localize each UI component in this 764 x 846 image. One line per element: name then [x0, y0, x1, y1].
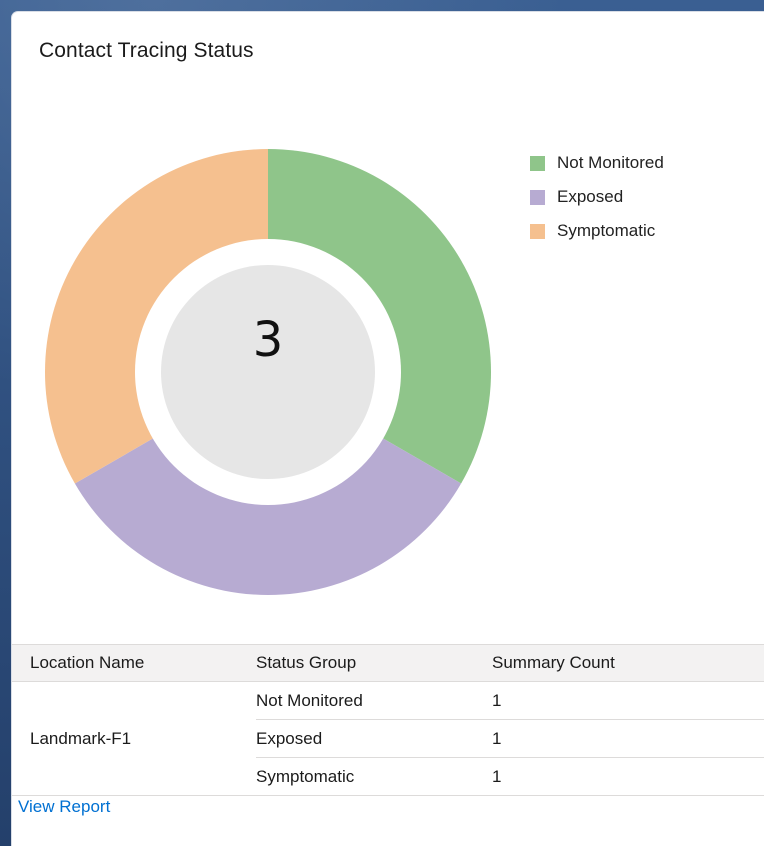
legend-label: Not Monitored — [557, 153, 664, 172]
legend-swatch-icon — [530, 155, 545, 171]
location-cell: Landmark-F1 — [12, 681, 256, 796]
table-row: Landmark-F1 Not Monitored 1 — [12, 681, 764, 796]
legend-item-symptomatic[interactable]: Symptomatic — [530, 214, 664, 248]
chart-legend: Not Monitored Exposed Symptomatic — [530, 146, 664, 248]
count-cell: 1 — [492, 681, 764, 720]
status-cell: Exposed — [256, 719, 492, 758]
summary-table: Location Name Status Group Summary Count… — [12, 644, 764, 796]
view-report-link[interactable]: View Report — [18, 797, 110, 817]
legend-label: Symptomatic — [557, 221, 656, 240]
center-total-label: 3 — [253, 312, 284, 368]
count-cell: 1 — [492, 719, 764, 758]
table-header-row: Location Name Status Group Summary Count — [12, 644, 764, 682]
status-cell: Not Monitored — [256, 681, 492, 720]
donut-chart: 3 — [45, 149, 491, 595]
legend-label: Exposed — [557, 187, 624, 206]
column-header-location[interactable]: Location Name — [12, 644, 256, 682]
legend-swatch-icon — [530, 223, 545, 239]
legend-swatch-icon — [530, 189, 545, 205]
center-disc — [161, 265, 375, 479]
legend-item-not-monitored[interactable]: Not Monitored — [530, 146, 664, 180]
column-header-status-group[interactable]: Status Group — [256, 644, 492, 682]
status-cell: Symptomatic — [256, 757, 492, 796]
dashboard-card: Contact Tracing Status 3 Not Monitored E… — [12, 12, 764, 846]
legend-item-exposed[interactable]: Exposed — [530, 180, 664, 214]
column-header-summary-count[interactable]: Summary Count — [492, 644, 764, 682]
count-cell: 1 — [492, 757, 764, 796]
